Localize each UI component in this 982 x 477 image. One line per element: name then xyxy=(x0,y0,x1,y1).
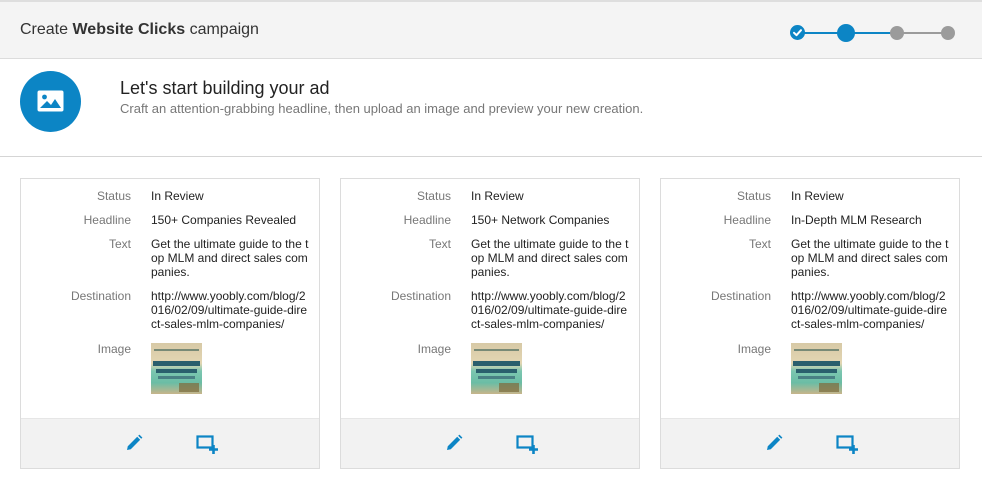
image-label: Image xyxy=(417,342,451,356)
page-title: Create Website Clicks campaign xyxy=(20,21,259,39)
image-icon-badge xyxy=(20,71,81,132)
text-value: Get the ultimate guide to the top MLM an… xyxy=(471,237,629,279)
status-label: Status xyxy=(736,189,771,203)
headline-value: 150+ Network Companies xyxy=(471,213,610,227)
destination-value: http://www.yoobly.com/blog/2016/02/09/ul… xyxy=(151,289,308,331)
destination-label: Destination xyxy=(710,289,771,303)
ad-card-1: Status In Review Headline 150+ Companies… xyxy=(20,178,320,469)
card-actions xyxy=(341,418,639,468)
text-value: Get the ultimate guide to the top MLM an… xyxy=(791,237,949,279)
headline-label: Headline xyxy=(403,213,451,227)
card-actions xyxy=(661,418,959,468)
pencil-icon[interactable] xyxy=(764,433,784,453)
duplicate-icon[interactable] xyxy=(516,433,538,455)
status-label: Status xyxy=(416,189,451,203)
step-4-upcoming xyxy=(941,26,955,40)
title-prefix: Create xyxy=(20,21,69,38)
intro-title: Let's start building your ad xyxy=(120,78,330,98)
checkmark-icon xyxy=(793,29,802,37)
progress-stepper xyxy=(790,24,956,42)
image-icon xyxy=(37,90,64,112)
duplicate-icon[interactable] xyxy=(196,433,218,455)
ad-image-thumbnail[interactable] xyxy=(471,343,522,394)
step-1-complete[interactable] xyxy=(790,25,805,40)
status-value: In Review xyxy=(151,189,204,203)
image-label: Image xyxy=(97,342,131,356)
title-suffix: campaign xyxy=(189,21,259,38)
ad-card-3: Status In Review Headline In-Depth MLM R… xyxy=(660,178,960,469)
status-value: In Review xyxy=(791,189,844,203)
duplicate-icon[interactable] xyxy=(836,433,858,455)
destination-value: http://www.yoobly.com/blog/2016/02/09/ul… xyxy=(791,289,948,331)
intro-subtitle: Craft an attention-grabbing headline, th… xyxy=(120,101,644,116)
headline-label: Headline xyxy=(723,213,771,227)
title-campaign-type: Website Clicks xyxy=(72,21,186,38)
destination-label: Destination xyxy=(70,289,131,303)
image-label: Image xyxy=(737,342,771,356)
text-label: Text xyxy=(108,237,131,251)
destination-label: Destination xyxy=(390,289,451,303)
step-3-upcoming xyxy=(890,26,904,40)
step-2-current[interactable] xyxy=(837,24,855,42)
status-value: In Review xyxy=(471,189,524,203)
status-label: Status xyxy=(96,189,131,203)
headline-value: 150+ Companies Revealed xyxy=(151,213,297,227)
ad-image-thumbnail[interactable] xyxy=(791,343,842,394)
pencil-icon[interactable] xyxy=(124,433,144,453)
headline-label: Headline xyxy=(83,213,131,227)
ad-image-thumbnail[interactable] xyxy=(151,343,202,394)
card-actions xyxy=(21,418,319,468)
campaign-header: Create Website Clicks campaign xyxy=(0,0,982,59)
intro-section: Let's start building your ad Craft an at… xyxy=(0,59,982,157)
ad-card-2: Status In Review Headline 150+ Network C… xyxy=(340,178,640,469)
text-value: Get the ultimate guide to the top MLM an… xyxy=(151,237,309,279)
text-label: Text xyxy=(428,237,451,251)
text-label: Text xyxy=(748,237,771,251)
headline-value: In-Depth MLM Research xyxy=(791,213,922,227)
pencil-icon[interactable] xyxy=(444,433,464,453)
destination-value: http://www.yoobly.com/blog/2016/02/09/ul… xyxy=(471,289,628,331)
